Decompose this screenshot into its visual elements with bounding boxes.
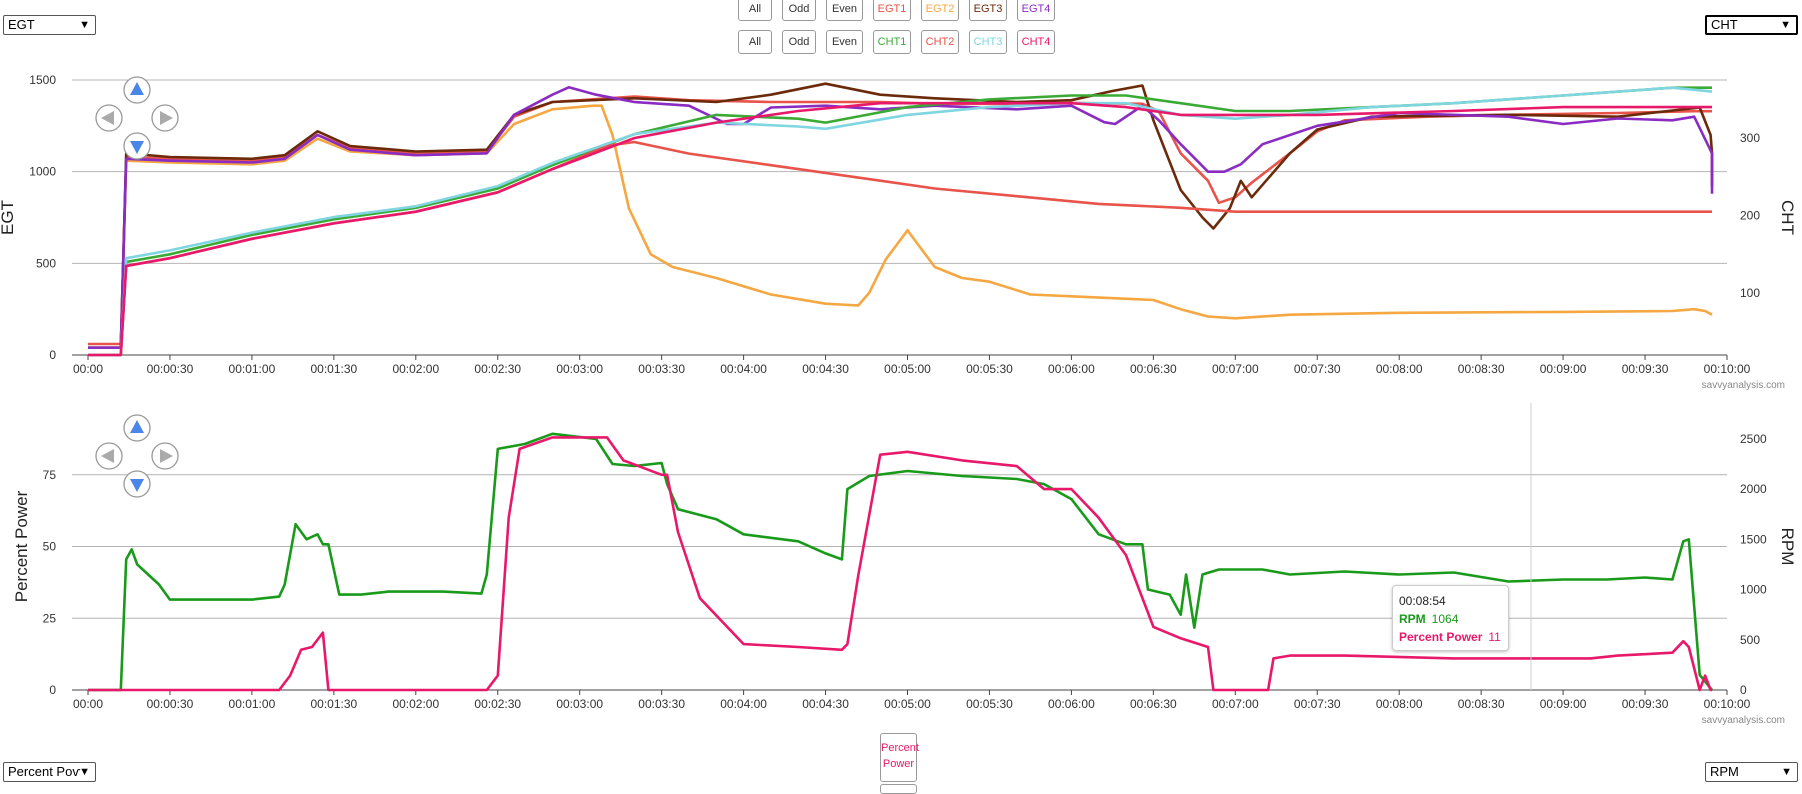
x-tick-label: 00:10:00	[1704, 362, 1751, 376]
x-tick-label: 00:00:30	[147, 362, 194, 376]
y-tick-label: 1500	[29, 73, 56, 87]
x-tick-label: 00:10:00	[1704, 697, 1751, 711]
x-tick-label: 00:08:30	[1458, 362, 1505, 376]
series-line-cht2	[88, 140, 1712, 357]
hover-tooltip: 00:08:54 RPM 1064 Percent Power 11	[1392, 585, 1509, 651]
charts-canvas: 05001000150010020030000:00 00:00:30 00:01:…	[0, 73, 1797, 726]
x-tick-label: 00:03:30	[638, 362, 685, 376]
x-tick-label: 00:06:30	[1130, 697, 1177, 711]
y-tick-label: 0	[49, 348, 56, 362]
tooltip-rpm-row: RPM 1064	[1399, 610, 1502, 628]
x-tick-label: 00:01:30	[310, 697, 357, 711]
tooltip-rpm-label: RPM	[1399, 612, 1426, 626]
y2-tick-label: 1500	[1740, 532, 1767, 546]
x-tick-label: 00:09:30	[1622, 697, 1669, 711]
rpm-toggle-button[interactable]	[880, 784, 917, 794]
y2-tick-label: 500	[1740, 633, 1760, 647]
y2-axis-title: CHT	[1778, 200, 1797, 235]
tooltip-rpm-value: 1064	[1431, 612, 1459, 626]
y-tick-label: 500	[36, 256, 56, 270]
x-tick-label: 00:05:00	[884, 362, 931, 376]
y-tick-label: 50	[43, 540, 57, 554]
series-line-cht1	[88, 86, 1712, 357]
x-tick-label: 00:07:00	[1212, 362, 1259, 376]
x-tick-label: 00:01:00	[229, 362, 276, 376]
x-tick-label: 00:05:30	[966, 362, 1013, 376]
y-tick-label: 1000	[29, 165, 56, 179]
x-tick-label: 00:09:00	[1540, 362, 1587, 376]
x-tick-label: 00:02:00	[392, 362, 439, 376]
watermark: savvyanalysis.com	[1702, 715, 1785, 726]
percent-power-toggle-label: Percent Power	[881, 742, 919, 770]
y2-tick-label: 200	[1740, 209, 1760, 223]
x-tick-label: 00:04:30	[802, 697, 849, 711]
y2-tick-label: 300	[1740, 131, 1760, 145]
y2-tick-label: 2500	[1740, 432, 1767, 446]
x-tick-label: 00:09:30	[1622, 362, 1669, 376]
x-tick-label: 00:06:00	[1048, 697, 1095, 711]
series-line-egt3	[88, 82, 1714, 349]
y-tick-label: 0	[49, 683, 56, 697]
x-tick-label: 00:03:00	[556, 697, 603, 711]
x-tick-label: 00:02:30	[474, 362, 521, 376]
percent-power-toggle-button[interactable]: Percent Power	[880, 733, 919, 782]
y2-tick-label: 1000	[1740, 583, 1767, 597]
x-tick-label: 00:00	[73, 697, 103, 711]
y-axis-title: EGT	[0, 200, 17, 235]
x-tick-label: 00:04:00	[720, 697, 767, 711]
x-tick-label: 00:01:30	[310, 362, 357, 376]
y-tick-label: 25	[43, 611, 57, 625]
x-tick-label: 00:08:00	[1376, 697, 1423, 711]
x-tick-label: 00:00	[73, 362, 103, 376]
x-tick-label: 00:03:30	[638, 697, 685, 711]
tooltip-pp-row: Percent Power 11	[1399, 628, 1502, 646]
x-tick-label: 00:07:00	[1212, 697, 1259, 711]
series-line-cht3	[88, 86, 1713, 357]
y2-axis-title: RPM	[1778, 528, 1797, 566]
x-tick-label: 00:01:00	[229, 697, 276, 711]
x-tick-label: 00:08:30	[1458, 697, 1505, 711]
x-tick-label: 00:07:30	[1294, 362, 1341, 376]
x-tick-label: 00:06:00	[1048, 362, 1095, 376]
tooltip-pp-value: 11	[1488, 630, 1501, 644]
x-tick-label: 00:09:00	[1540, 697, 1587, 711]
x-tick-label: 00:03:00	[556, 362, 603, 376]
y-tick-label: 75	[43, 468, 57, 482]
tooltip-time: 00:08:54	[1399, 594, 1446, 608]
x-tick-label: 00:06:30	[1130, 362, 1177, 376]
y2-tick-label: 100	[1740, 286, 1760, 300]
x-tick-label: 00:00:30	[147, 697, 194, 711]
x-tick-label: 00:02:30	[474, 697, 521, 711]
series-line-rpm	[88, 432, 1714, 692]
y2-tick-label: 2000	[1740, 482, 1767, 496]
x-tick-label: 00:08:00	[1376, 362, 1423, 376]
tooltip-pp-label: Percent Power	[1399, 630, 1483, 644]
x-tick-label: 00:05:00	[884, 697, 931, 711]
y2-tick-label: 0	[1740, 683, 1747, 697]
x-tick-label: 00:02:00	[392, 697, 439, 711]
y-axis-title: Percent Power	[12, 490, 31, 602]
x-tick-label: 00:05:30	[966, 697, 1013, 711]
x-tick-label: 00:07:30	[1294, 697, 1341, 711]
x-tick-label: 00:04:30	[802, 362, 849, 376]
x-tick-label: 00:04:00	[720, 362, 767, 376]
watermark: savvyanalysis.com	[1702, 380, 1785, 391]
